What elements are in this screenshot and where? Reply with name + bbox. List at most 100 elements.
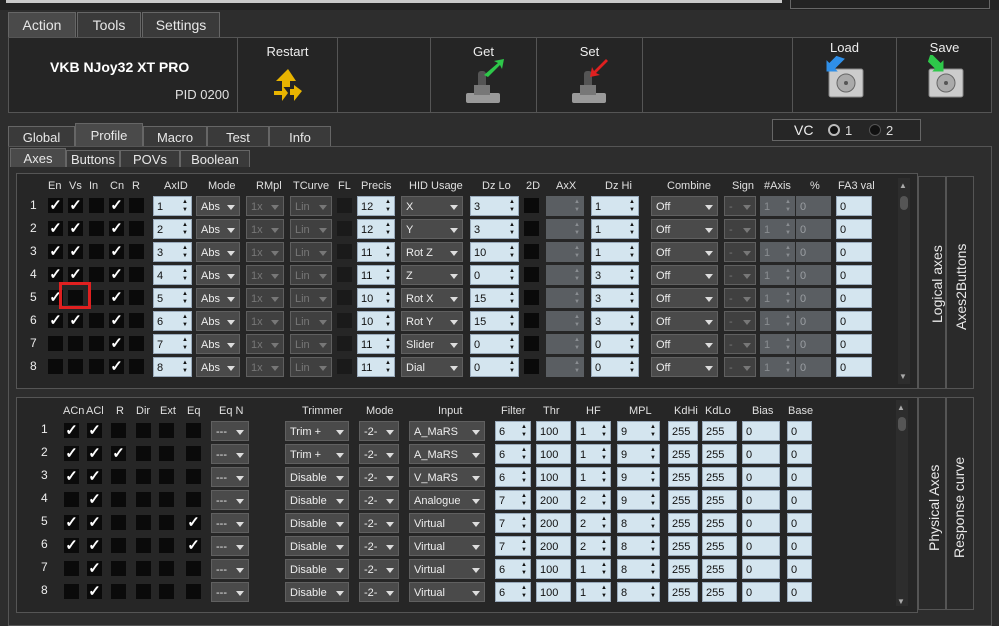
r-checkbox[interactable] xyxy=(129,290,144,305)
hf-spinner[interactable]: 1 xyxy=(576,421,611,441)
input-dropdown[interactable]: Virtual xyxy=(409,582,485,602)
input-dropdown[interactable]: Analogue xyxy=(409,490,485,510)
ext-checkbox[interactable] xyxy=(159,446,174,461)
logical-scroll-up[interactable]: ▲ xyxy=(899,181,907,190)
input-dropdown[interactable]: A_MaRS xyxy=(409,444,485,464)
filter-spinner[interactable]: 6 xyxy=(495,421,531,441)
set-button[interactable]: Set xyxy=(536,38,642,112)
bias-field[interactable]: 0 xyxy=(742,467,780,487)
dzlo-spinner[interactable]: 0 xyxy=(470,334,519,354)
sign-dropdown[interactable]: - xyxy=(724,311,756,331)
precis-spinner[interactable]: 12 xyxy=(357,219,395,239)
mode-dropdown[interactable]: -2- xyxy=(359,421,399,441)
thr-field[interactable]: 100 xyxy=(536,421,571,441)
tcurve-dropdown[interactable]: Lin xyxy=(290,219,332,239)
r-checkbox[interactable] xyxy=(111,538,126,553)
r-checkbox[interactable]: ✓ xyxy=(111,446,126,461)
rmpl-dropdown[interactable]: 1x xyxy=(246,196,284,216)
hid-usage-dropdown[interactable]: Rot Z xyxy=(401,242,463,262)
base-field[interactable]: 0 xyxy=(787,467,812,487)
percent-field[interactable]: 0 xyxy=(796,334,831,354)
trimmer-dropdown[interactable]: Disable xyxy=(285,582,349,602)
dzhi-spinner[interactable]: 1 xyxy=(591,219,639,239)
acn-checkbox[interactable] xyxy=(64,561,79,576)
kdlo-field[interactable]: 255 xyxy=(702,421,737,441)
in-checkbox[interactable] xyxy=(89,198,104,213)
tab-macro[interactable]: Macro xyxy=(143,126,207,147)
r-checkbox[interactable] xyxy=(111,515,126,530)
cn-checkbox[interactable]: ✓ xyxy=(109,290,124,305)
eqn-dropdown[interactable]: --- xyxy=(211,536,249,556)
rmpl-dropdown[interactable]: 1x xyxy=(246,265,284,285)
input-dropdown[interactable]: Virtual xyxy=(409,513,485,533)
acn-checkbox[interactable]: ✓ xyxy=(64,469,79,484)
axid-spinner[interactable]: 2 xyxy=(153,219,192,239)
tcurve-dropdown[interactable]: Lin xyxy=(290,311,332,331)
en-checkbox[interactable]: ✓ xyxy=(48,221,63,236)
tab-axes[interactable]: Axes xyxy=(10,148,66,167)
dir-checkbox[interactable] xyxy=(136,492,151,507)
acl-checkbox[interactable]: ✓ xyxy=(87,469,102,484)
cn-checkbox[interactable]: ✓ xyxy=(109,359,124,374)
kdlo-field[interactable]: 255 xyxy=(702,536,737,556)
physical-scroll-up[interactable]: ▲ xyxy=(897,403,905,412)
fa3-field[interactable]: 0 xyxy=(836,242,872,262)
acn-checkbox[interactable]: ✓ xyxy=(64,538,79,553)
r-checkbox[interactable] xyxy=(111,492,126,507)
mpl-spinner[interactable]: 9 xyxy=(617,444,660,464)
axis-spinner[interactable]: 1 xyxy=(760,311,795,331)
percent-field[interactable]: 0 xyxy=(796,357,831,377)
eq-checkbox[interactable] xyxy=(186,446,201,461)
filter-spinner[interactable]: 7 xyxy=(495,513,531,533)
vs-checkbox[interactable]: ✓ xyxy=(68,198,83,213)
tab-info[interactable]: Info xyxy=(269,126,331,147)
axid-spinner[interactable]: 6 xyxy=(153,311,192,331)
bias-field[interactable]: 0 xyxy=(742,559,780,579)
mode-dropdown[interactable]: -2- xyxy=(359,582,399,602)
acl-checkbox[interactable]: ✓ xyxy=(87,446,102,461)
save-button[interactable]: Save xyxy=(896,38,992,112)
base-field[interactable]: 0 xyxy=(787,559,812,579)
percent-field[interactable]: 0 xyxy=(796,242,831,262)
mpl-spinner[interactable]: 8 xyxy=(617,513,660,533)
dzhi-spinner[interactable]: 1 xyxy=(591,196,639,216)
tab-buttons[interactable]: Buttons xyxy=(66,150,120,167)
tab-test[interactable]: Test xyxy=(207,126,269,147)
axis-spinner[interactable]: 1 xyxy=(760,334,795,354)
axis-spinner[interactable]: 1 xyxy=(760,219,795,239)
vc-radio-1[interactable] xyxy=(828,124,840,136)
ext-checkbox[interactable] xyxy=(159,515,174,530)
acl-checkbox[interactable]: ✓ xyxy=(87,561,102,576)
trimmer-dropdown[interactable]: Trim + xyxy=(285,444,349,464)
in-checkbox[interactable] xyxy=(89,336,104,351)
r-checkbox[interactable] xyxy=(111,469,126,484)
input-dropdown[interactable]: A_MaRS xyxy=(409,421,485,441)
acl-checkbox[interactable]: ✓ xyxy=(87,492,102,507)
kdhi-field[interactable]: 255 xyxy=(668,490,698,510)
vs-checkbox[interactable]: ✓ xyxy=(68,221,83,236)
combine-dropdown[interactable]: Off xyxy=(651,196,718,216)
acn-checkbox[interactable] xyxy=(64,492,79,507)
hid-usage-dropdown[interactable]: Rot X xyxy=(401,288,463,308)
en-checkbox[interactable] xyxy=(48,336,63,351)
rmpl-dropdown[interactable]: 1x xyxy=(246,219,284,239)
eqn-dropdown[interactable]: --- xyxy=(211,513,249,533)
precis-spinner[interactable]: 12 xyxy=(357,196,395,216)
input-dropdown[interactable]: V_MaRS xyxy=(409,467,485,487)
eq-checkbox[interactable] xyxy=(186,492,201,507)
en-checkbox[interactable]: ✓ xyxy=(48,267,63,282)
bias-field[interactable]: 0 xyxy=(742,536,780,556)
r-checkbox[interactable] xyxy=(129,244,144,259)
mode-dropdown[interactable]: Abs xyxy=(196,311,240,331)
acn-checkbox[interactable] xyxy=(64,584,79,599)
ext-checkbox[interactable] xyxy=(159,561,174,576)
dzlo-spinner[interactable]: 3 xyxy=(470,219,519,239)
precis-spinner[interactable]: 11 xyxy=(357,334,395,354)
vs-checkbox[interactable] xyxy=(68,336,83,351)
r-checkbox[interactable] xyxy=(129,221,144,236)
tab-profile[interactable]: Profile xyxy=(75,123,143,147)
thr-field[interactable]: 200 xyxy=(536,536,571,556)
load-button[interactable]: Load xyxy=(792,38,896,112)
acl-checkbox[interactable]: ✓ xyxy=(87,515,102,530)
axis-spinner[interactable]: 1 xyxy=(760,196,795,216)
